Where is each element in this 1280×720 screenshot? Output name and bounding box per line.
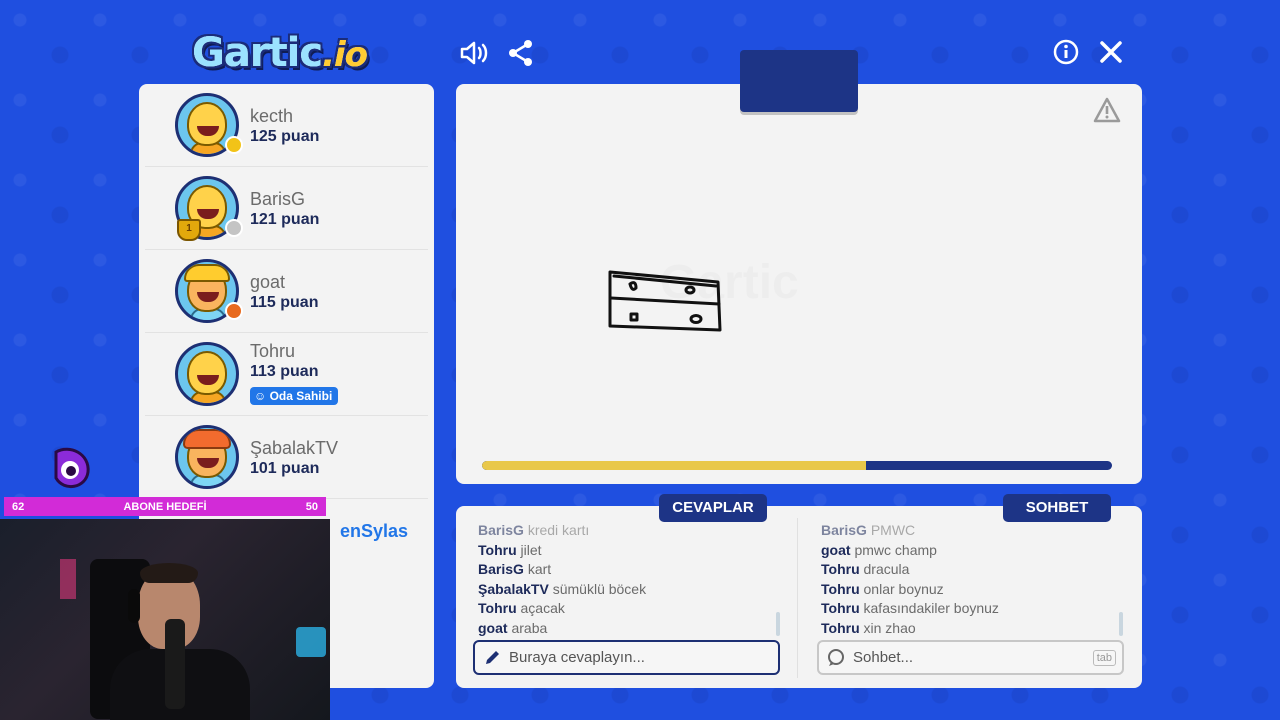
share-icon[interactable]	[505, 36, 537, 70]
list-item: Tohru jilet	[478, 541, 542, 558]
timer-fill	[482, 461, 867, 470]
player-row[interactable]: ŞabalakTV 101 puan	[145, 416, 428, 499]
answer-input[interactable]: Buraya cevaplayın...	[473, 640, 780, 675]
close-icon[interactable]	[1095, 36, 1127, 68]
round-timer	[482, 461, 1112, 470]
chat-scrollbar[interactable]	[1119, 612, 1123, 636]
answer-placeholder: Buraya cevaplayın...	[509, 649, 645, 666]
player-points: 101 puan	[250, 460, 320, 477]
answers-list: BarisG kredi kartı Tohru jilet BarisG ka…	[478, 521, 778, 636]
eye-logo-icon	[54, 447, 90, 488]
sub-goal-bar: 62 ABONE HEDEFİ 50	[4, 497, 326, 516]
chat-bubble-icon	[819, 648, 853, 668]
sub-goal-label: ABONE HEDEFİ	[123, 500, 207, 513]
sub-goal-current: 62	[12, 500, 25, 513]
player-name: kecth	[250, 106, 294, 126]
player-row[interactable]: 1 BarisG 121 puan	[145, 167, 428, 250]
tab-key-hint: tab	[1092, 650, 1116, 666]
word-hint-box	[740, 50, 858, 112]
player-row[interactable]: Tohru 113 puan ☺ Oda Sahibi	[145, 333, 428, 416]
answers-scrollbar[interactable]	[776, 612, 780, 636]
list-item: goat araba	[478, 619, 548, 636]
list-item: Tohru açacak	[478, 600, 565, 616]
info-icon[interactable]	[1050, 36, 1082, 68]
tab-answers[interactable]: CEVAPLAR	[659, 494, 767, 522]
host-badge: ☺ Oda Sahibi	[250, 387, 339, 405]
status-dot	[225, 219, 243, 237]
list-item: Tohru kafasındakiler boynuz	[821, 600, 999, 616]
status-dot	[225, 136, 243, 154]
player-name: Tohru	[250, 341, 296, 361]
sound-icon[interactable]	[458, 36, 492, 70]
player-drawing	[608, 270, 722, 332]
player-name: goat	[250, 272, 286, 292]
report-icon[interactable]	[1093, 97, 1121, 125]
player-points: 125 puan	[250, 128, 320, 145]
chat-list: BarisG PMWC goat pmwc champ Tohru dracul…	[821, 521, 1117, 636]
avatar	[175, 342, 239, 406]
list-item: Tohru xin zhao	[821, 619, 916, 636]
list-item: Tohru onlar boynuz	[821, 580, 944, 597]
pencil-icon	[475, 649, 509, 667]
player-name: BarisG	[250, 189, 306, 209]
avatar	[175, 425, 239, 489]
list-item: BarisG kart	[478, 561, 552, 577]
list-item: BarisG PMWC	[821, 522, 916, 538]
sub-goal-target: 50	[305, 500, 318, 513]
panel-divider	[797, 518, 798, 678]
list-item: BarisG kredi kartı	[478, 522, 590, 538]
list-item: goat pmwc champ	[821, 541, 937, 558]
trophy-icon: 1	[177, 219, 201, 241]
player-name: ŞabalakTV	[250, 438, 339, 458]
status-dot	[225, 302, 243, 320]
webcam-feed	[0, 519, 330, 720]
player-row[interactable]: kecth 125 puan	[145, 84, 428, 167]
player-points: 121 puan	[250, 211, 320, 228]
player-name-partial: enSylas	[340, 521, 409, 541]
drawing-board[interactable]	[456, 84, 1142, 484]
player-row[interactable]: goat 115 puan	[145, 250, 428, 333]
list-item: ŞabalakTV sümüklü böcek	[478, 580, 647, 597]
chat-input[interactable]: Sohbet... tab	[817, 640, 1124, 675]
tab-chat[interactable]: SOHBET	[1003, 494, 1111, 522]
list-item: Tohru dracula	[821, 561, 910, 577]
gartic-logo: Gartic.io	[192, 30, 368, 76]
player-points: 113 puan	[250, 363, 319, 380]
player-points: 115 puan	[250, 294, 319, 311]
chat-placeholder: Sohbet...	[853, 649, 914, 666]
